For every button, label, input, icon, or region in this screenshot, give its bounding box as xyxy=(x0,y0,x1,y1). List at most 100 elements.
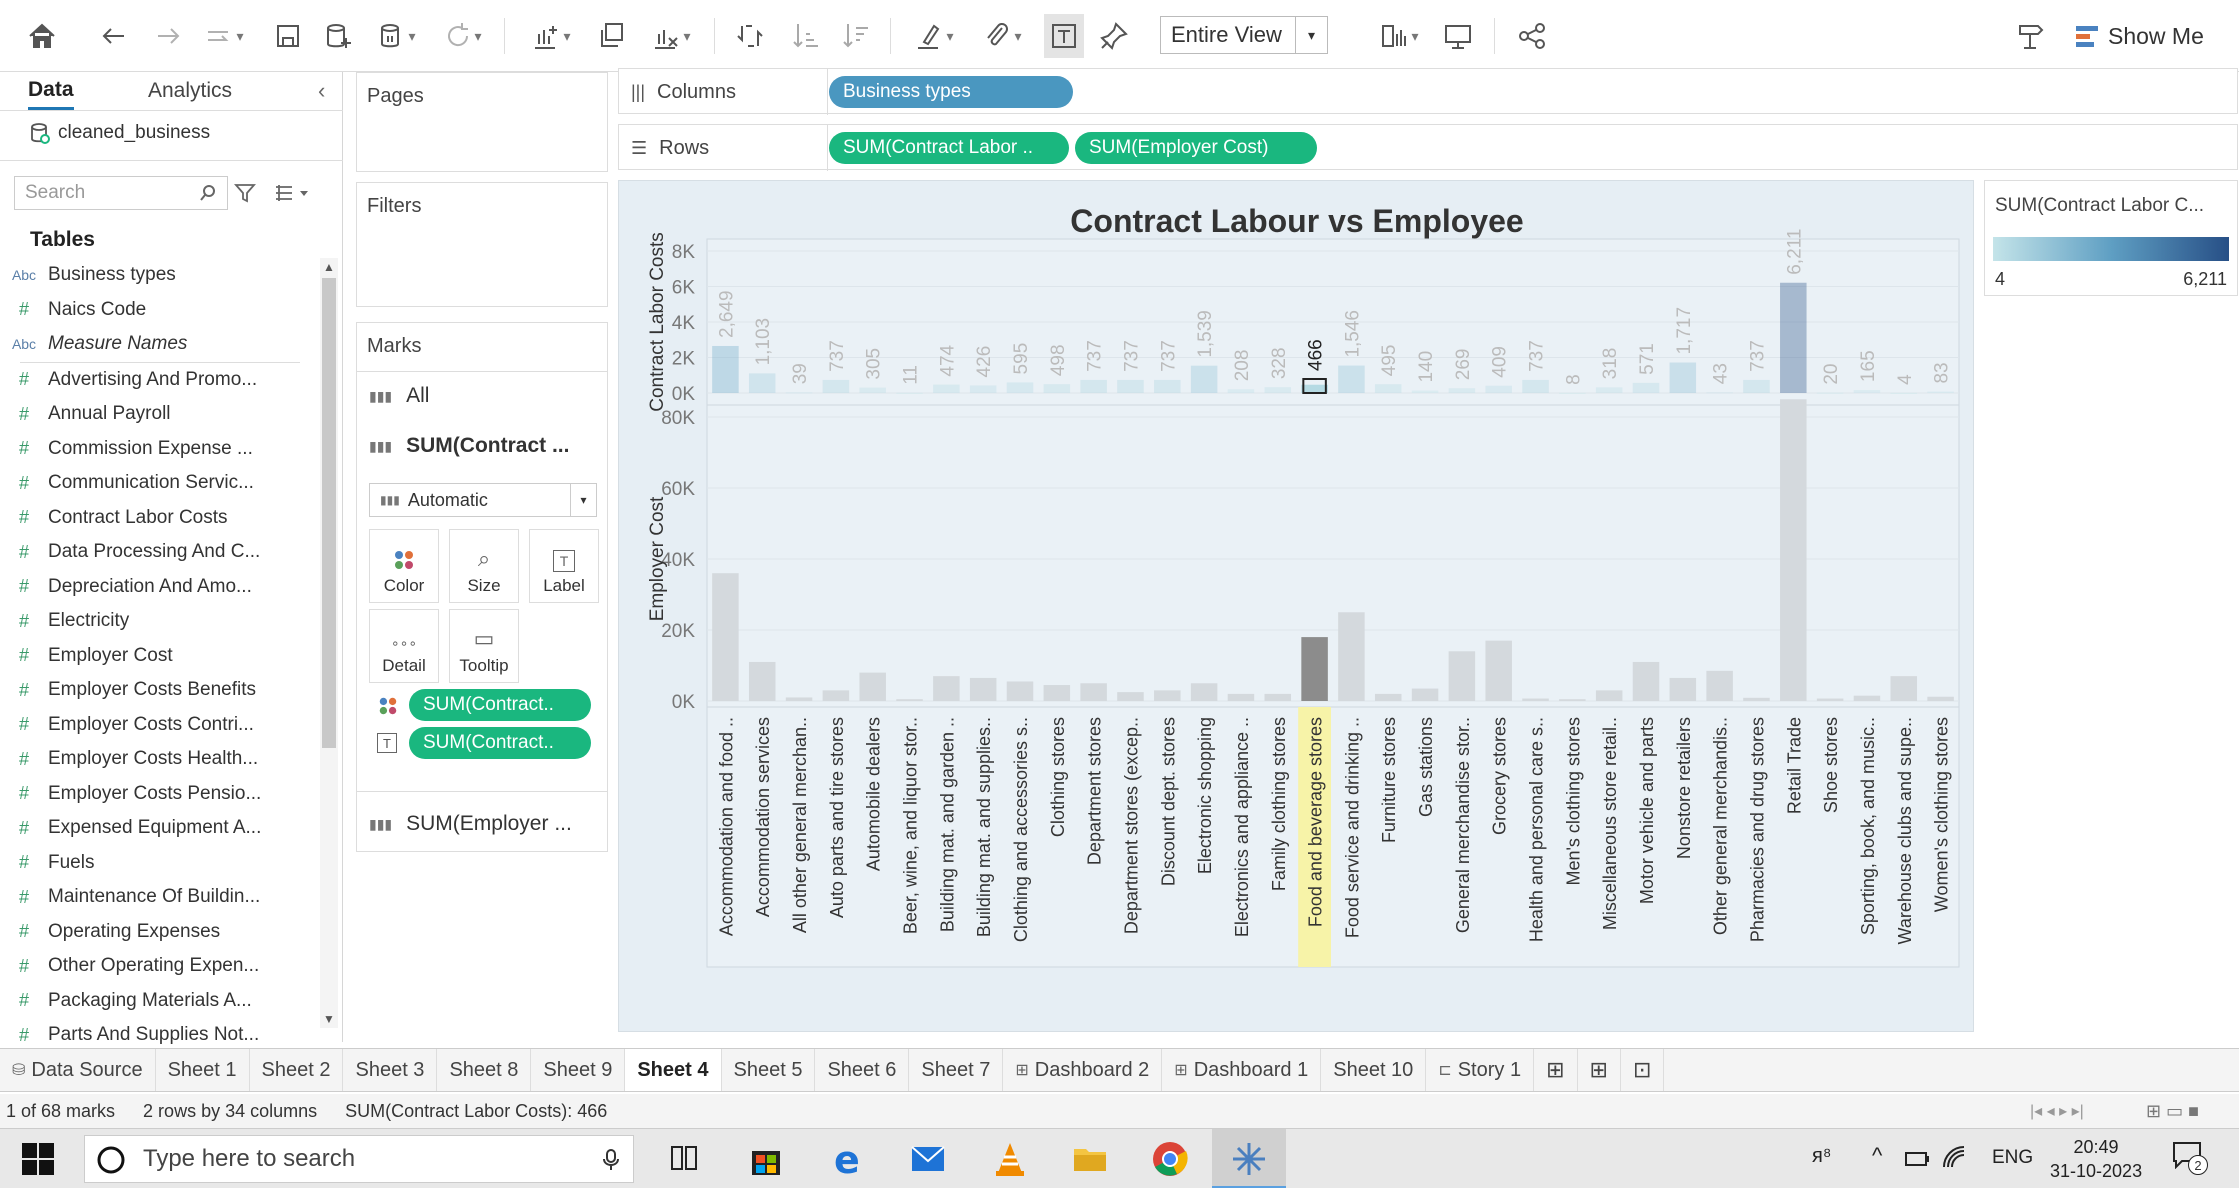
sheet-tab[interactable]: Sheet 3 xyxy=(343,1049,438,1091)
scroll-down-icon[interactable]: ▼ xyxy=(323,1012,335,1026)
field-item[interactable]: # Expensed Equipment A... xyxy=(0,811,320,846)
people-icon[interactable]: ᴙ⁸ xyxy=(1812,1145,1831,1168)
field-item[interactable]: Abc Measure Names xyxy=(0,327,320,362)
worksheet-view[interactable]: Contract Labour vs Employee 0K 2K 4K 6K 8K Co… xyxy=(618,180,1974,1032)
sort-descending-icon[interactable] xyxy=(836,14,876,58)
scroll-thumb[interactable] xyxy=(322,278,336,748)
taskbar-search-input[interactable]: Type here to search xyxy=(84,1135,634,1183)
sheet-tab[interactable]: Sheet 8 xyxy=(437,1049,532,1091)
new-worksheet-tab-icon[interactable]: ⊞ xyxy=(1534,1049,1578,1091)
new-worksheet-icon[interactable]: ▾ xyxy=(522,14,580,58)
share-icon[interactable] xyxy=(1512,14,1552,58)
columns-shelf[interactable]: ||| Columns Business types xyxy=(618,68,2238,115)
sheet-tab[interactable]: Sheet 1 xyxy=(156,1049,250,1091)
chrome-icon[interactable] xyxy=(1150,1139,1190,1179)
field-item[interactable]: # Naics Code xyxy=(0,293,320,328)
field-item[interactable]: # Employer Costs Health... xyxy=(0,742,320,777)
color-field-pill[interactable]: SUM(Contract.. xyxy=(409,689,591,721)
view-toggle-icon[interactable]: ⊞ ▭ ■ xyxy=(2146,1101,2199,1122)
sheet-tab[interactable]: Sheet 2 xyxy=(250,1049,344,1091)
refresh-icon[interactable]: ▾ xyxy=(434,14,490,58)
filter-icon[interactable] xyxy=(234,182,256,204)
mark-type-select[interactable]: ▮▮▮ Automatic ▾ xyxy=(369,483,597,517)
label-button[interactable]: T Label xyxy=(529,529,599,603)
sheet-tab[interactable]: Sheet 5 xyxy=(722,1049,816,1091)
tray-chevron-up-icon[interactable]: ^ xyxy=(1872,1143,1882,1169)
field-item[interactable]: # Annual Payroll xyxy=(0,397,320,432)
field-item[interactable]: # Packaging Materials A... xyxy=(0,984,320,1019)
swap-rows-columns-icon[interactable] xyxy=(730,14,770,58)
field-item[interactable]: # Electricity xyxy=(0,604,320,639)
duplicate-sheet-icon[interactable] xyxy=(592,14,632,58)
field-item[interactable]: Abc Business types xyxy=(0,258,320,293)
sheet-tab[interactable]: ⛁ Data Source xyxy=(0,1049,156,1091)
field-search-input[interactable]: Search xyxy=(14,176,228,210)
label-field-pill[interactable]: SUM(Contract.. xyxy=(409,727,591,759)
pages-card[interactable]: Pages xyxy=(356,72,608,172)
field-item[interactable]: # Employer Costs Pensio... xyxy=(0,777,320,812)
store-icon[interactable] xyxy=(746,1139,786,1179)
highlight-icon[interactable]: ▾ xyxy=(906,14,962,58)
sheet-tab[interactable]: ⊏ Story 1 xyxy=(1426,1049,1535,1091)
tab-analytics[interactable]: Analytics xyxy=(148,72,232,110)
ask-data-icon[interactable] xyxy=(2010,14,2050,58)
battery-icon[interactable] xyxy=(1904,1147,1930,1171)
sheet-tab[interactable]: Sheet 9 xyxy=(531,1049,626,1091)
redo-icon[interactable] xyxy=(148,14,188,58)
marks-contract-row[interactable]: ▮▮▮ SUM(Contract ... xyxy=(369,429,569,463)
wifi-icon[interactable] xyxy=(1942,1145,1968,1171)
tooltip-button[interactable]: ▭ Tooltip xyxy=(449,609,519,683)
field-item[interactable]: # Other Operating Expen... xyxy=(0,949,320,984)
business-types-pill[interactable]: Business types xyxy=(829,76,1073,108)
field-item[interactable]: # Contract Labor Costs xyxy=(0,501,320,536)
group-members-icon[interactable]: ▾ xyxy=(974,14,1030,58)
show-me-button[interactable]: Show Me xyxy=(2074,18,2204,54)
navigation-arrows-icon[interactable]: |◂ ◂ ▸ ▸| xyxy=(2030,1101,2084,1121)
contract-labor-pill[interactable]: SUM(Contract Labor .. xyxy=(829,132,1069,164)
tableau-taskbar-item[interactable] xyxy=(1212,1129,1286,1188)
clock[interactable]: 20:49 31-10-2023 xyxy=(2050,1135,2142,1183)
field-list-scrollbar[interactable]: ▲ ▼ xyxy=(320,258,338,1028)
sheet-tab[interactable]: Sheet 10 xyxy=(1321,1049,1427,1091)
size-button[interactable]: ⌕ Size xyxy=(449,529,519,603)
file-explorer-icon[interactable] xyxy=(1070,1139,1110,1179)
save-icon[interactable] xyxy=(268,14,308,58)
pause-update-icon[interactable]: ▾ xyxy=(370,14,422,58)
field-item[interactable]: # Employer Costs Contri... xyxy=(0,708,320,743)
view-options-icon[interactable] xyxy=(274,182,314,204)
mail-icon[interactable] xyxy=(908,1139,948,1179)
field-item[interactable]: # Depreciation And Amo... xyxy=(0,570,320,605)
sheet-tab[interactable]: ⊞ Dashboard 2 xyxy=(1003,1049,1163,1091)
replay-icon[interactable]: ▾ xyxy=(198,14,250,58)
employer-cost-pill[interactable]: SUM(Employer Cost) xyxy=(1075,132,1317,164)
sheet-tab[interactable]: Sheet 7 xyxy=(909,1049,1004,1091)
windows-start-icon[interactable] xyxy=(20,1141,56,1177)
show-cards-icon[interactable]: ▾ xyxy=(1370,14,1428,58)
notifications-icon[interactable]: 2 xyxy=(2172,1141,2208,1177)
tab-data[interactable]: Data xyxy=(28,72,74,110)
field-item[interactable]: # Fuels xyxy=(0,846,320,881)
sort-ascending-icon[interactable] xyxy=(786,14,826,58)
bar-chart[interactable]: 0K2K4K6K8KContract Labor Costs0K20K40K60… xyxy=(619,181,1975,1033)
collapse-pane-icon[interactable]: ‹ xyxy=(318,72,325,110)
field-item[interactable]: # Operating Expenses xyxy=(0,915,320,950)
undo-icon[interactable] xyxy=(94,14,134,58)
marks-all-row[interactable]: ▮▮▮ All xyxy=(369,379,429,413)
color-legend[interactable]: SUM(Contract Labor C... 4 6,211 xyxy=(1984,180,2238,296)
field-item[interactable]: # Employer Cost xyxy=(0,639,320,674)
filters-card[interactable]: Filters xyxy=(356,182,608,307)
language-indicator[interactable]: ENG xyxy=(1992,1147,2033,1169)
datasource-item[interactable]: cleaned_business xyxy=(30,122,210,144)
field-item[interactable]: # Advertising And Promo... xyxy=(0,363,320,398)
color-button[interactable]: Color xyxy=(369,529,439,603)
vlc-icon[interactable] xyxy=(990,1139,1030,1179)
clear-sheet-icon[interactable]: ▾ xyxy=(642,14,700,58)
new-story-tab-icon[interactable]: ⊡ xyxy=(1621,1049,1665,1091)
field-item[interactable]: # Commission Expense ... xyxy=(0,432,320,467)
fit-view-select[interactable]: Entire View ▾ xyxy=(1160,16,1328,54)
field-item[interactable]: # Maintenance Of Buildin... xyxy=(0,880,320,915)
home-icon[interactable] xyxy=(22,14,62,58)
presentation-mode-icon[interactable] xyxy=(1438,14,1478,58)
field-item[interactable]: # Communication Servic... xyxy=(0,466,320,501)
sheet-tab[interactable]: Sheet 4 xyxy=(625,1049,722,1091)
